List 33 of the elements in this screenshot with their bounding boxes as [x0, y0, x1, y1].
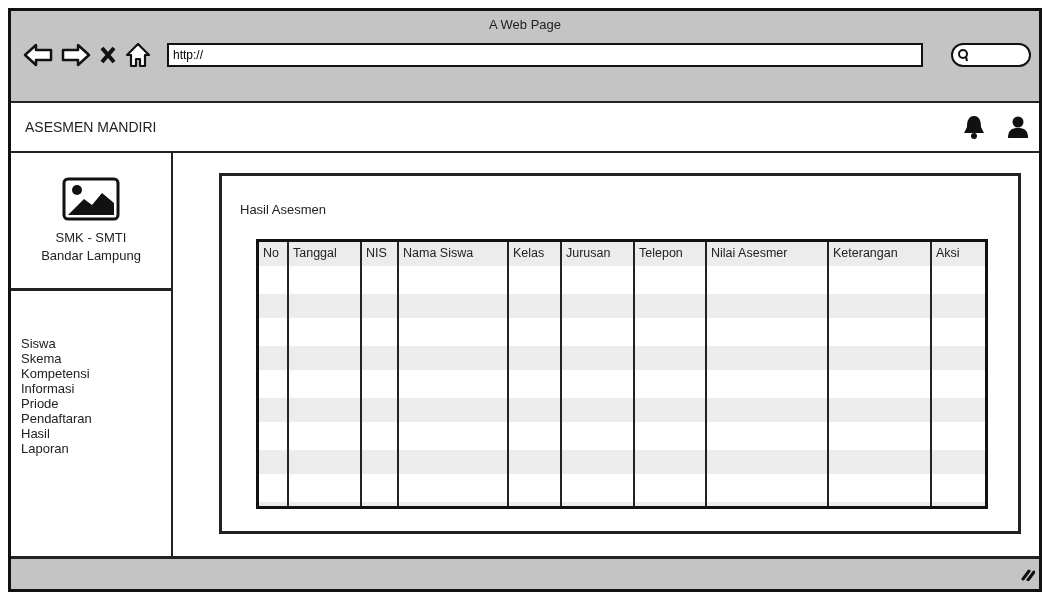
- bell-icon[interactable]: [963, 115, 985, 139]
- menu-item[interactable]: Kompetensi: [21, 366, 171, 381]
- column-header: Aksi: [935, 245, 961, 262]
- back-icon[interactable]: [23, 43, 53, 67]
- column-header: No: [259, 242, 289, 266]
- image-icon: [62, 176, 120, 221]
- menu-item[interactable]: Hasil: [21, 426, 171, 441]
- menu-item[interactable]: Siswa: [21, 336, 171, 351]
- window-title: A Web Page: [488, 17, 561, 32]
- close-icon[interactable]: [99, 45, 117, 65]
- forward-icon[interactable]: [61, 43, 91, 67]
- menu-item[interactable]: Skema: [21, 351, 171, 366]
- school-name: SMK - SMTI Bandar Lampung: [41, 228, 141, 265]
- menu-item[interactable]: Laporan: [21, 441, 171, 456]
- search-icon: [957, 48, 971, 62]
- column-header: Nilai Asesmer: [707, 242, 829, 266]
- app-title: ASESMEN MANDIRI: [25, 119, 158, 135]
- menu-item[interactable]: Pendaftaran: [21, 411, 171, 426]
- column-header: Nama Siswa: [399, 242, 509, 266]
- user-icon[interactable]: [1007, 116, 1029, 138]
- resize-grip-icon[interactable]: [1021, 567, 1035, 581]
- menu-item[interactable]: Informasi: [21, 381, 171, 396]
- home-icon[interactable]: [125, 42, 151, 68]
- column-header: Kelas: [509, 242, 562, 266]
- column-header: NIS: [362, 242, 399, 266]
- address-field[interactable]: http://: [167, 43, 923, 67]
- column-header: Keterangan: [829, 242, 932, 266]
- panel-title: Hasil Asesmen: [240, 202, 327, 217]
- column-header: Telepon: [635, 242, 707, 266]
- search-field[interactable]: [951, 43, 1031, 67]
- column-header: Jurusan: [562, 242, 635, 266]
- menu-item[interactable]: Priode: [21, 396, 171, 411]
- column-header: Tanggal: [289, 242, 362, 266]
